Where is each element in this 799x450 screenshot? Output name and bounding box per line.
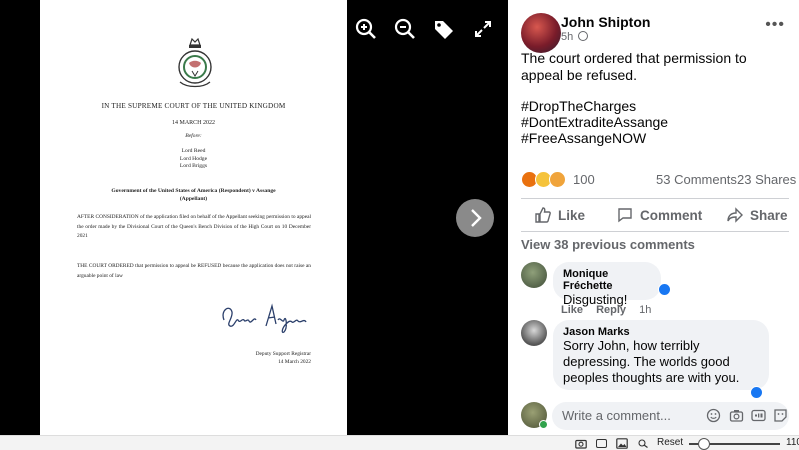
view-previous-comments[interactable]: View 38 previous comments <box>521 237 695 252</box>
more-options-icon[interactable]: ••• <box>765 16 785 34</box>
comment-time[interactable]: 1h <box>639 304 651 316</box>
shares-count[interactable]: 23 Shares <box>737 172 796 187</box>
case-parties: Government of the United States of Ameri… <box>111 188 276 202</box>
court-title: IN THE SUPREME COURT OF THE UNITED KINGD… <box>101 102 286 110</box>
globe-icon <box>578 31 589 41</box>
zoom-minus-icon[interactable] <box>638 439 649 448</box>
application-paragraph: AFTER CONSIDERATION of the application f… <box>77 214 311 240</box>
zoom-out-icon[interactable] <box>390 14 420 44</box>
window-icon[interactable] <box>596 439 607 448</box>
thumbs-up-icon <box>535 207 551 223</box>
divider <box>521 231 789 232</box>
commenter-avatar[interactable] <box>521 320 547 346</box>
post-time[interactable]: 5h <box>561 31 573 43</box>
zoom-slider-handle[interactable] <box>698 438 710 450</box>
share-button[interactable]: Share <box>726 204 788 226</box>
comment-text: Sorry John, how terribly depressing. The… <box>563 338 740 385</box>
comment-author[interactable]: Jason Marks <box>563 326 759 338</box>
registrar-block: Deputy Support Registrar 14 March 2022 <box>256 350 311 366</box>
status-bar: Reset 110 <box>0 435 799 450</box>
hashtag-link[interactable]: #FreeAssangeNOW <box>521 130 668 146</box>
comment-reply-button[interactable]: Reply <box>596 304 626 316</box>
camera-icon[interactable] <box>729 408 744 423</box>
share-icon <box>727 207 743 223</box>
reaction-count[interactable]: 100 <box>573 172 595 187</box>
before-label: Before: <box>185 133 202 139</box>
online-status-dot <box>539 420 548 429</box>
comment-label: Comment <box>640 207 703 223</box>
gif-icon[interactable] <box>751 408 766 423</box>
post-panel: John Shipton 5h ••• The court ordered th… <box>508 0 799 435</box>
author-avatar[interactable] <box>521 13 561 53</box>
next-photo-button[interactable] <box>456 199 494 237</box>
like-badge-icon[interactable] <box>750 386 763 399</box>
hashtag-link[interactable]: #DropTheCharges <box>521 98 668 114</box>
reaction-icons[interactable] <box>521 170 571 190</box>
document-date: 14 MARCH 2022 <box>171 120 215 126</box>
emoji-icon[interactable] <box>706 408 721 423</box>
judge-name: Lord Briggs <box>179 163 208 170</box>
order-paragraph: THE COURT ORDERED that permission to app… <box>77 263 311 279</box>
comments-count[interactable]: 53 Comments <box>656 172 737 187</box>
care-reaction-icon <box>549 171 566 188</box>
comment-icon <box>618 208 632 223</box>
post-text: The court ordered that permission to app… <box>521 50 747 83</box>
like-label: Like <box>558 207 586 223</box>
chevron-right-icon <box>471 209 482 227</box>
tag-icon[interactable] <box>429 14 459 44</box>
post-author[interactable]: John Shipton <box>561 14 650 30</box>
judge-name: Lord Reed <box>181 148 206 154</box>
fullscreen-icon[interactable] <box>468 14 498 44</box>
comment-placeholder: Write a comment... <box>562 408 671 423</box>
post-time-row: 5h <box>561 31 589 43</box>
post-hashtags: #DropTheCharges #DontExtraditeAssange #F… <box>521 98 668 146</box>
comment-like-button[interactable]: Like <box>561 304 583 316</box>
camera-snapshot-icon[interactable] <box>575 438 587 449</box>
share-label: Share <box>750 207 788 223</box>
comment-actions: Like Reply 1h <box>561 304 661 316</box>
comment-bubble: Jason Marks Sorry John, how terribly dep… <box>553 320 769 390</box>
royal-crest-icon <box>178 37 212 88</box>
like-button[interactable]: Like <box>534 204 585 226</box>
comment-bubble: Monique Fréchette Disgusting! <box>553 262 661 307</box>
comment-button[interactable]: Comment <box>616 204 702 226</box>
comment-input[interactable]: Write a comment... <box>552 402 789 430</box>
court-document-image: IN THE SUPREME COURT OF THE UNITED KINGD… <box>40 0 347 435</box>
registrar-title: Deputy Support Registrar <box>255 351 311 357</box>
comment-author[interactable]: Monique Fréchette <box>563 268 651 292</box>
divider <box>521 198 789 199</box>
image-icon[interactable] <box>616 438 628 449</box>
handwritten-signature <box>222 303 307 334</box>
zoom-in-icon[interactable] <box>351 14 381 44</box>
sticker-icon[interactable] <box>773 408 788 423</box>
viewer-toolbar <box>350 14 506 46</box>
judges-list: Lord Reed Lord Hodge Lord Briggs <box>40 148 347 171</box>
reset-zoom-button[interactable]: Reset <box>657 437 683 448</box>
zoom-level: 110 <box>786 437 799 448</box>
registrar-date: 14 March 2022 <box>278 359 311 365</box>
hashtag-link[interactable]: #DontExtraditeAssange <box>521 114 668 130</box>
photo-viewer: IN THE SUPREME COURT OF THE UNITED KINGD… <box>0 0 508 435</box>
commenter-avatar[interactable] <box>521 262 547 288</box>
like-badge-icon[interactable] <box>658 283 671 296</box>
judge-name: Lord Hodge <box>179 155 208 162</box>
